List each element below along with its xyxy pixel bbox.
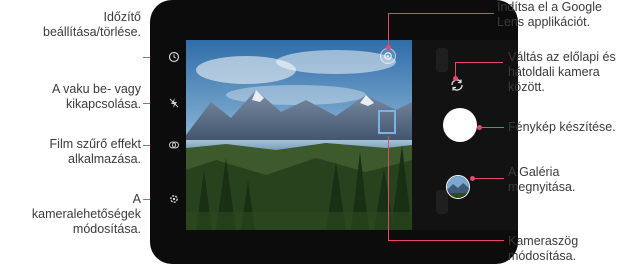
callout-google-lens-line1: Indítsa el a Google (497, 0, 602, 14)
callout-camera-options-line1: A (132, 192, 141, 206)
callout-switch-camera-line1: Váltás az előlapi és (508, 50, 616, 64)
leader-switch-camera-dot (453, 76, 458, 81)
leader-gallery (472, 178, 504, 179)
callout-film-filter-line1: Film szűrő effekt (49, 137, 141, 151)
callout-timer-line1: Időzítő (103, 10, 141, 24)
google-lens-icon[interactable] (380, 48, 396, 64)
leader-google-lens-v (388, 13, 389, 47)
settings-bar (164, 40, 184, 230)
timer-icon[interactable] (167, 50, 181, 64)
callout-camera-options: A kameralehetőségek módosítása. (32, 192, 141, 237)
callout-gallery: A Galéria megnyitása. (508, 165, 575, 195)
callout-flash-line2: kikapcsolása. (65, 97, 141, 111)
callout-gallery-line1: A Galéria (508, 165, 560, 179)
callout-flash: A vaku be- vagy kikapcsolása. (52, 82, 141, 112)
callout-google-lens-line2: Lens applikációt. (497, 15, 591, 29)
gallery-thumbnail[interactable] (446, 175, 470, 199)
callout-timer: Időzítő beállítása/törlése. (43, 10, 141, 40)
leader-camera-angle-h (388, 240, 504, 241)
leader-switch-camera-h (455, 62, 503, 63)
callout-switch-camera-line3: között. (508, 80, 545, 94)
control-track-top (436, 48, 448, 72)
callout-camera-options-line3: módosítása. (72, 222, 141, 236)
flash-icon[interactable] (167, 96, 181, 110)
camera-options-icon[interactable] (167, 192, 181, 206)
callout-film-filter: Film szűrő effekt alkalmazása. (50, 137, 141, 167)
leader-camera-angle-v (388, 136, 389, 240)
callout-take-photo: Fénykép készítése. (508, 120, 616, 135)
callout-google-lens: Indítsa el a Google Lens applikációt. (497, 0, 602, 30)
callout-camera-angle-line1: Kameraszög (508, 234, 579, 248)
callout-take-photo-line1: Fénykép készítése. (508, 120, 616, 134)
landscape-preview (186, 40, 412, 230)
callout-flash-line1: A vaku be- vagy (52, 82, 141, 96)
phone-screen (150, 0, 518, 264)
callout-timer-line2: beállítása/törlése. (43, 25, 141, 39)
leader-google-lens-dot (386, 45, 391, 50)
callout-camera-angle-line2: módosítása. (508, 249, 577, 263)
leader-gallery-dot (470, 176, 475, 181)
callout-camera-angle: Kameraszög módosítása. (508, 234, 578, 264)
callout-switch-camera: Váltás az előlapi és hátoldali kamera kö… (508, 50, 616, 95)
callout-switch-camera-line2: hátoldali kamera (508, 65, 600, 79)
callout-camera-options-line2: kameralehetőségek (31, 207, 141, 221)
leader-take-photo-dot (477, 125, 482, 130)
film-filter-icon[interactable] (167, 138, 181, 152)
leader-google-lens-h (388, 13, 494, 14)
leader-take-photo (479, 127, 504, 128)
camera-viewfinder[interactable] (186, 40, 412, 230)
callout-gallery-line2: megnyitása. (508, 180, 576, 194)
camera-angle-icon[interactable] (378, 110, 396, 134)
shutter-icon[interactable] (443, 108, 477, 142)
control-track-bottom (436, 190, 448, 214)
callout-film-filter-line2: alkalmazása. (68, 152, 141, 166)
